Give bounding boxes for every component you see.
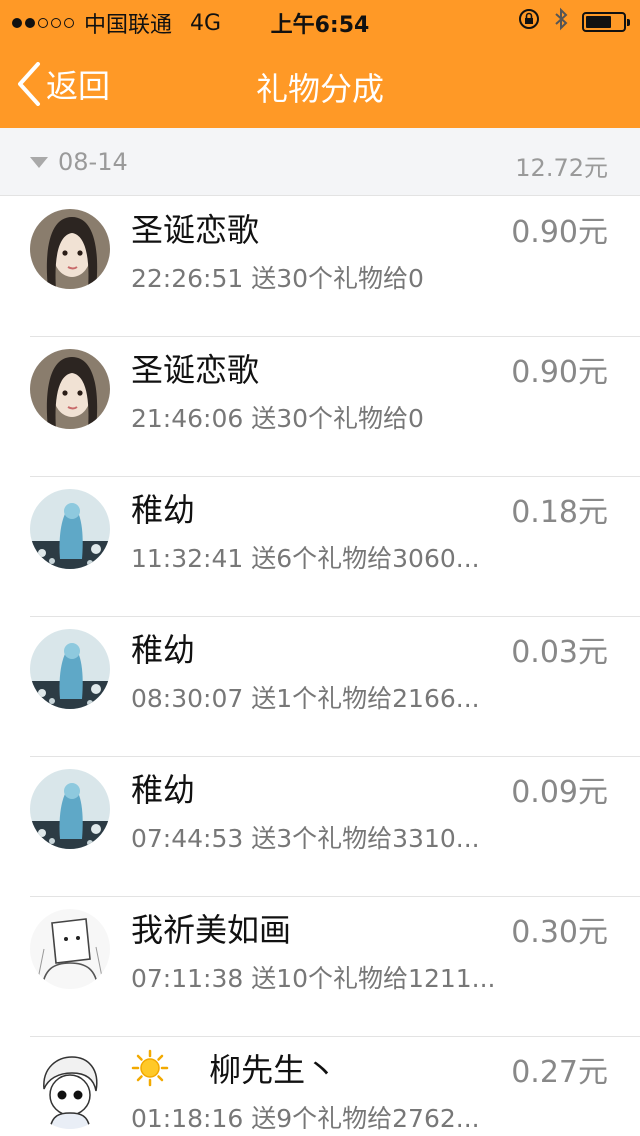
record-amount: 0.09元 — [511, 775, 608, 810]
sender-name: 圣诞恋歌 — [131, 351, 260, 389]
record-amount: 0.90元 — [511, 215, 608, 250]
status-bar: 中国联通 4G 上午6:54 — [0, 0, 640, 40]
list-item[interactable]: 柳先生丶 01:18:16 送9个礼物给2762... 0.27元 — [0, 1037, 640, 1136]
blue-art-avatar — [30, 769, 110, 849]
gift-record-list[interactable]: 圣诞恋歌 22:26:51 送30个礼物给0 0.90元 圣诞恋歌 21:46:… — [0, 197, 640, 1136]
record-detail: 21:46:06 送30个礼物给0 — [131, 404, 424, 433]
sender-name: 稚幼 — [131, 631, 196, 669]
blue-art-avatar — [30, 489, 110, 569]
navigation-bar: 返回 礼物分成 — [0, 40, 640, 128]
record-detail: 08:30:07 送1个礼物给2166... — [131, 684, 480, 713]
section-date-label: 08-14 — [58, 148, 128, 176]
record-amount: 0.90元 — [511, 355, 608, 390]
anime-boy-avatar — [30, 1049, 110, 1129]
list-item[interactable]: 稚幼 08:30:07 送1个礼物给2166... 0.03元 — [0, 617, 640, 757]
record-amount: 0.03元 — [511, 635, 608, 670]
section-date: 08-14 — [30, 148, 128, 176]
triangle-down-icon — [30, 156, 48, 168]
record-amount: 0.27元 — [511, 1055, 608, 1090]
sender-name: 稚幼 — [131, 491, 196, 529]
bluetooth-icon — [554, 7, 568, 37]
record-detail: 11:32:41 送6个礼物给3060... — [131, 544, 480, 573]
page-title: 礼物分成 — [255, 70, 384, 108]
record-detail: 22:26:51 送30个礼物给0 — [131, 264, 424, 293]
record-amount: 0.18元 — [511, 495, 608, 530]
sender-name: 稚幼 — [131, 771, 196, 809]
list-item[interactable]: 圣诞恋歌 22:26:51 送30个礼物给0 0.90元 — [0, 197, 640, 337]
record-amount: 0.30元 — [511, 915, 608, 950]
list-item[interactable]: 稚幼 07:44:53 送3个礼物给3310... 0.09元 — [0, 757, 640, 897]
girl-avatar — [30, 209, 110, 289]
record-detail: 07:44:53 送3个礼物给3310... — [131, 824, 480, 853]
rotation-lock-icon — [518, 8, 540, 36]
list-item[interactable]: 稚幼 11:32:41 送6个礼物给3060... 0.18元 — [0, 477, 640, 617]
battery-icon — [582, 12, 630, 32]
blue-art-avatar — [30, 629, 110, 709]
list-item[interactable]: 圣诞恋歌 21:46:06 送30个礼物给0 0.90元 — [0, 337, 640, 477]
sender-name: 柳先生丶 — [209, 1051, 338, 1089]
date-section-header[interactable]: 08-14 12.72元 — [0, 128, 640, 196]
list-item[interactable]: 我祈美如画 07:11:38 送10个礼物给1211... 0.30元 — [0, 897, 640, 1037]
status-right — [518, 7, 630, 37]
record-detail: 01:18:16 送9个礼物给2762... — [131, 1104, 480, 1133]
sender-name-with-icon: 柳先生丶 — [131, 1045, 337, 1095]
sender-name: 圣诞恋歌 — [131, 211, 260, 249]
girl-avatar — [30, 349, 110, 429]
sketch-avatar — [30, 909, 110, 989]
sun-icon — [131, 1049, 169, 1095]
record-detail: 07:11:38 送10个礼物给1211... — [131, 964, 496, 993]
sender-name: 我祈美如画 — [131, 911, 292, 949]
section-total: 12.72元 — [515, 154, 608, 182]
